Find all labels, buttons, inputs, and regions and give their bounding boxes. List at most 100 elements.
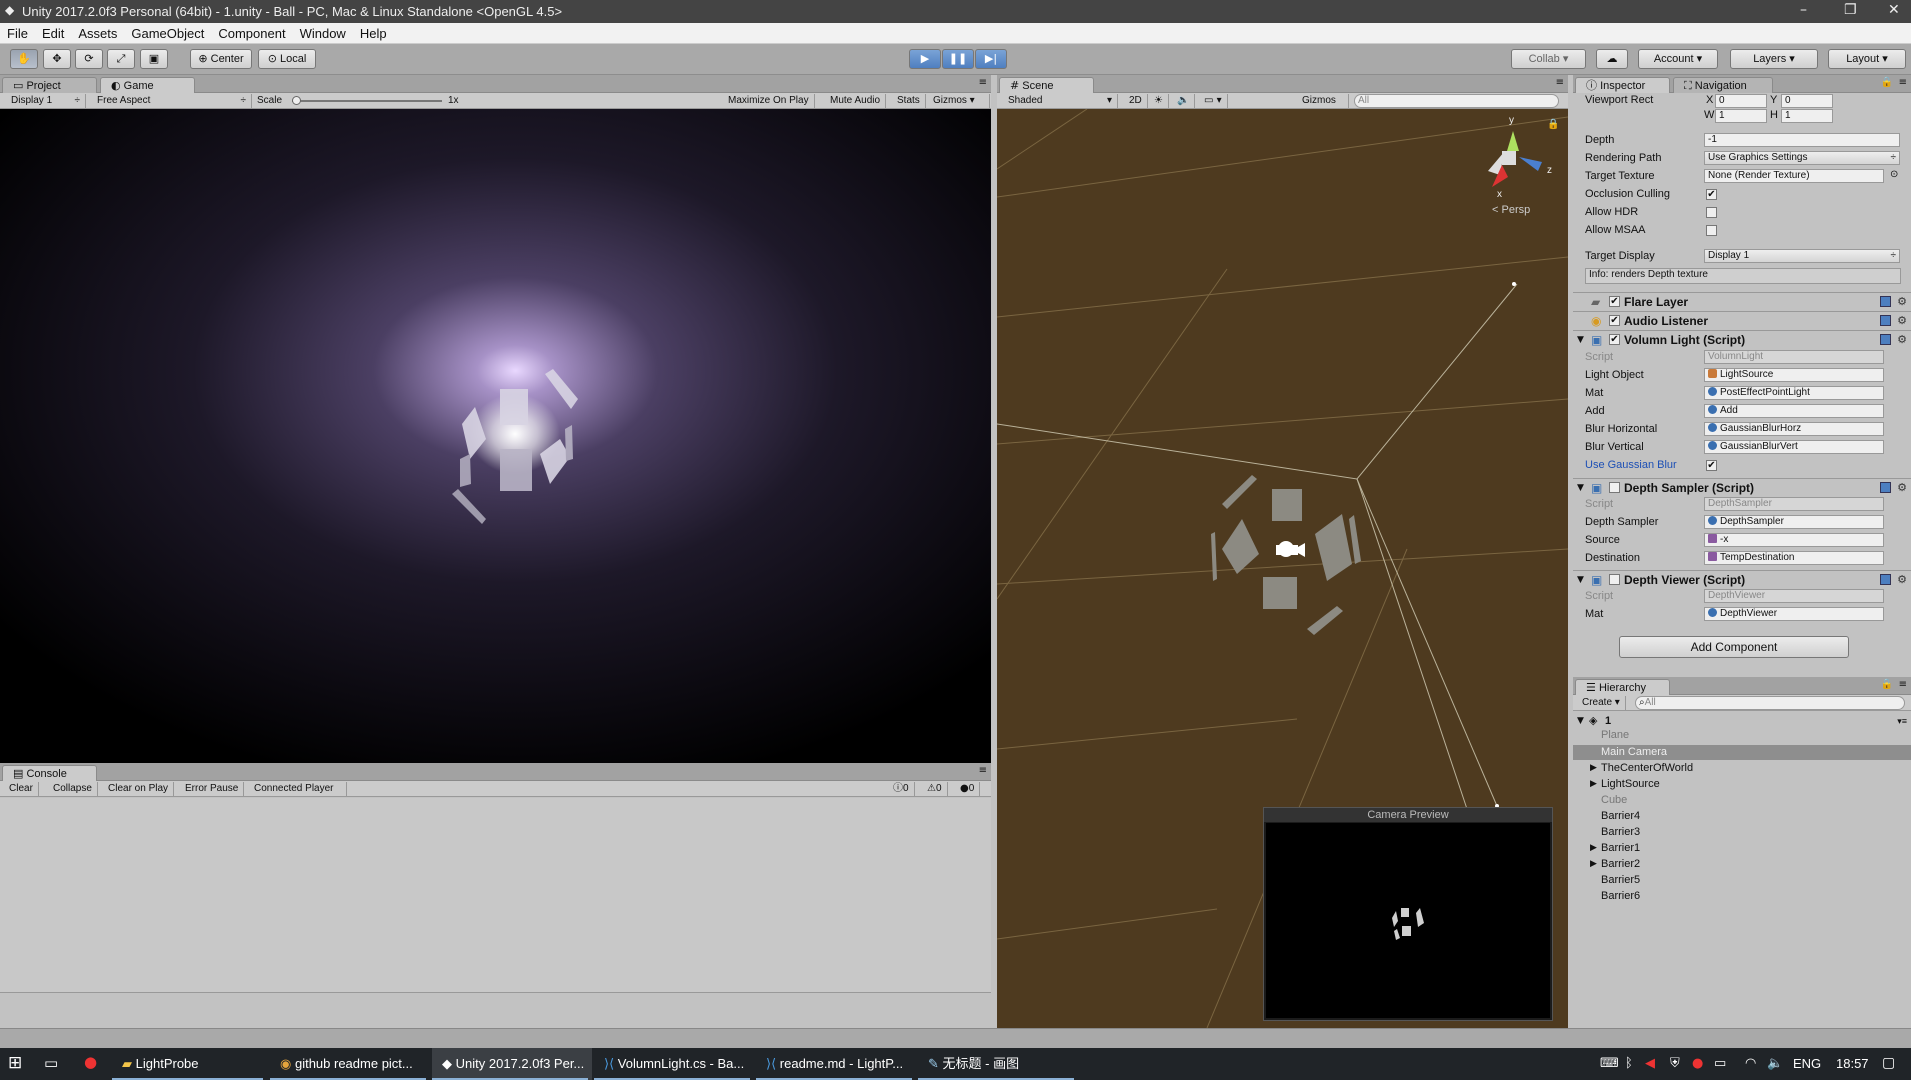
tray-clock[interactable]: 18:57 bbox=[1836, 1056, 1869, 1071]
console-menu-icon[interactable]: ≡ bbox=[979, 765, 987, 776]
rect-tool-icon[interactable]: ▣ bbox=[140, 49, 168, 69]
volumn-light-header[interactable]: ▼ ▣ ✔ Volumn Light (Script) ⚙ bbox=[1573, 330, 1911, 348]
scale-tool-icon[interactable]: ⤢ bbox=[107, 49, 135, 69]
hierarchy-item-barrier1[interactable]: Barrier1 bbox=[1601, 842, 1640, 854]
panel-menu-icon[interactable]: ≡ bbox=[979, 77, 987, 88]
light-object-field[interactable]: LightSource bbox=[1704, 368, 1884, 382]
hierarchy-menu-icon[interactable]: ≡ bbox=[1899, 679, 1907, 690]
viewport-h-field[interactable]: 1 bbox=[1781, 109, 1833, 123]
console-info-toggle[interactable]: ⓘ0 bbox=[888, 782, 915, 796]
add-component-button[interactable]: Add Component bbox=[1619, 636, 1849, 658]
hierarchy-search-input[interactable]: ⌕All bbox=[1635, 696, 1905, 710]
layout-button[interactable]: Layout ▾ bbox=[1828, 49, 1906, 69]
scene-options-icon[interactable]: ▾≡ bbox=[1897, 713, 1907, 729]
scene-gizmos-dropdown[interactable]: Gizmos ▾ bbox=[1297, 94, 1349, 120]
viewport-w-field[interactable]: 1 bbox=[1715, 109, 1767, 123]
menu-gameobject[interactable]: GameObject bbox=[124, 23, 211, 41]
depth-sampler-header[interactable]: ▼ ▣ Depth Sampler (Script) ⚙ bbox=[1573, 478, 1911, 496]
tab-console[interactable]: ▤ Console bbox=[2, 765, 97, 781]
target-texture-field[interactable]: None (Render Texture) bbox=[1704, 169, 1884, 183]
volumn-light-checkbox[interactable]: ✔ bbox=[1609, 334, 1620, 345]
persp-label[interactable]: < Persp bbox=[1492, 204, 1530, 216]
hierarchy-item-barrier6[interactable]: Barrier6 bbox=[1601, 890, 1640, 902]
scene-lock-icon[interactable]: 🔒 bbox=[1547, 118, 1559, 130]
ds-destination-field[interactable]: TempDestination bbox=[1704, 551, 1884, 565]
ds-help-icon[interactable] bbox=[1880, 482, 1891, 493]
hierarchy-lock-icon[interactable]: 🔒 bbox=[1881, 679, 1893, 690]
maximize-on-play-toggle[interactable]: Maximize On Play bbox=[723, 94, 815, 108]
mat-field[interactable]: PostEffectPointLight bbox=[1704, 386, 1884, 400]
tray-language[interactable]: ENG bbox=[1793, 1056, 1821, 1071]
tab-inspector[interactable]: ⓘ Inspector bbox=[1575, 77, 1670, 93]
rendering-path-dropdown[interactable]: Use Graphics Settings ÷ bbox=[1704, 151, 1900, 165]
dv-help-icon[interactable] bbox=[1880, 574, 1891, 585]
taskbar-app-unity[interactable]: ◆ Unity 2017.2.0f3 Per... bbox=[432, 1048, 592, 1080]
pivot-center-button[interactable]: ⊕ Center bbox=[190, 49, 252, 69]
menu-edit[interactable]: Edit bbox=[35, 23, 71, 41]
hierarchy-item-barrier3[interactable]: Barrier3 bbox=[1601, 826, 1640, 838]
scene-view[interactable]: y z x < Persp 🔒 Camera Preview bbox=[997, 109, 1568, 1028]
flare-layer-header[interactable]: ▰ ✔ Flare Layer ⚙ bbox=[1573, 292, 1911, 310]
scale-slider-thumb[interactable] bbox=[292, 96, 301, 105]
layers-button[interactable]: Layers ▾ bbox=[1730, 49, 1818, 69]
blur-vertical-field[interactable]: GaussianBlurVert bbox=[1704, 440, 1884, 454]
pause-button[interactable]: ❚❚ bbox=[942, 49, 974, 69]
hierarchy-item-lightsource[interactable]: LightSource bbox=[1601, 778, 1660, 790]
menu-file[interactable]: File bbox=[0, 23, 35, 41]
tab-scene[interactable]: # Scene bbox=[999, 77, 1094, 93]
expand-arrow-icon[interactable]: ▶ bbox=[1590, 763, 1597, 773]
viewport-y-field[interactable]: 0 bbox=[1781, 94, 1833, 108]
depth-viewer-foldout-icon[interactable]: ▼ bbox=[1577, 571, 1584, 589]
tray-bluetooth-icon[interactable]: ᛒ bbox=[1625, 1056, 1633, 1071]
occlusion-culling-checkbox[interactable]: ✔ bbox=[1706, 189, 1717, 200]
play-button[interactable]: ▶ bbox=[909, 49, 941, 69]
rotate-tool-icon[interactable]: ⟳ bbox=[75, 49, 103, 69]
ds-sampler-field[interactable]: DepthSampler bbox=[1704, 515, 1884, 529]
inspector-lock-icon[interactable]: 🔒 bbox=[1881, 77, 1893, 88]
ds-gear-icon[interactable]: ⚙ bbox=[1897, 479, 1907, 497]
hierarchy-item-barrier2[interactable]: Barrier2 bbox=[1601, 858, 1640, 870]
app-icon[interactable]: ● bbox=[84, 1053, 97, 1071]
depth-sampler-checkbox[interactable] bbox=[1609, 482, 1620, 493]
collab-button[interactable]: Collab ▾ bbox=[1511, 49, 1586, 69]
hierarchy-item-thecenterofworld[interactable]: TheCenterOfWorld bbox=[1601, 762, 1693, 774]
hierarchy-item-cube[interactable]: Cube bbox=[1601, 794, 1627, 806]
frustum-handle[interactable] bbox=[1512, 282, 1516, 286]
create-dropdown[interactable]: Create ▾ bbox=[1577, 696, 1626, 710]
stats-toggle[interactable]: Stats bbox=[892, 94, 926, 108]
hierarchy-item-plane[interactable]: Plane bbox=[1601, 729, 1629, 741]
expand-arrow-icon[interactable]: ▶ bbox=[1590, 843, 1597, 853]
menu-help[interactable]: Help bbox=[353, 23, 394, 41]
audio-listener-checkbox[interactable]: ✔ bbox=[1609, 315, 1620, 326]
use-gaussian-checkbox[interactable]: ✔ bbox=[1706, 460, 1717, 471]
tab-project[interactable]: ▭ Project bbox=[2, 77, 97, 93]
console-clear-button[interactable]: Clear bbox=[4, 782, 39, 796]
mute-audio-toggle[interactable]: Mute Audio bbox=[825, 94, 887, 108]
taskbar-app-readme[interactable]: ⟩⟨ readme.md - LightP... bbox=[756, 1048, 916, 1080]
scale-control[interactable]: Scale 1x bbox=[252, 94, 474, 108]
inspector-menu-icon[interactable]: ≡ bbox=[1899, 77, 1907, 88]
depth-field[interactable]: -1 bbox=[1704, 133, 1900, 147]
tray-volume-icon[interactable]: 🔈 bbox=[1767, 1056, 1783, 1071]
minimize-icon[interactable]: – bbox=[1800, 2, 1807, 18]
tray-shield-icon[interactable]: ⛨ bbox=[1670, 1056, 1680, 1071]
lighting-toggle-icon[interactable]: ☀ bbox=[1149, 94, 1169, 108]
cloud-icon[interactable]: ☁ bbox=[1596, 49, 1628, 69]
flare-help-icon[interactable] bbox=[1880, 296, 1891, 307]
taskbar-app-vs[interactable]: ⟩⟨ VolumnLight.cs - Ba... bbox=[594, 1048, 754, 1080]
tray-battery-icon[interactable]: ▭ bbox=[1714, 1056, 1726, 1071]
target-display-dropdown[interactable]: Display 1 ÷ bbox=[1704, 249, 1900, 263]
shading-dropdown[interactable]: Shaded ▾ bbox=[1003, 94, 1118, 108]
depth-viewer-header[interactable]: ▼ ▣ Depth Viewer (Script) ⚙ bbox=[1573, 570, 1911, 588]
blur-horizontal-field[interactable]: GaussianBlurHorz bbox=[1704, 422, 1884, 436]
depth-sampler-foldout-icon[interactable]: ▼ bbox=[1577, 479, 1584, 497]
game-view[interactable] bbox=[0, 109, 991, 763]
notification-icon[interactable]: ▢ bbox=[1882, 1055, 1895, 1071]
console-clear-on-play-button[interactable]: Clear on Play bbox=[103, 782, 175, 796]
task-view-icon[interactable]: ▭ bbox=[44, 1054, 58, 1072]
tray-app2-icon[interactable]: ● bbox=[1692, 1056, 1703, 1071]
viewport-x-field[interactable]: 0 bbox=[1715, 94, 1767, 108]
depth-viewer-checkbox[interactable] bbox=[1609, 574, 1620, 585]
ds-source-field[interactable]: -x bbox=[1704, 533, 1884, 547]
tab-navigation[interactable]: ⛶ Navigation bbox=[1673, 77, 1773, 93]
